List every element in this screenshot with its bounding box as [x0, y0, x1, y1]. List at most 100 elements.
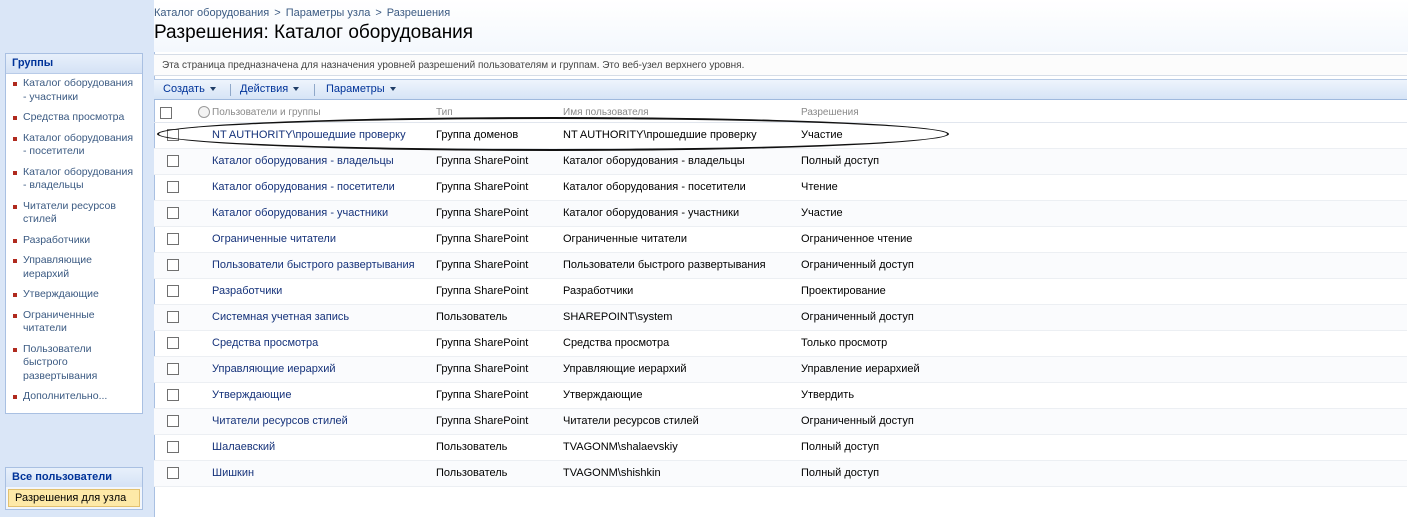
- header-users-groups[interactable]: Пользователи и группы: [212, 107, 321, 118]
- cell-name-link[interactable]: Системная учетная запись: [212, 311, 349, 323]
- select-all-checkbox[interactable]: [160, 107, 172, 119]
- cell-name-link[interactable]: Утверждающие: [212, 389, 291, 401]
- row-checkbox[interactable]: [167, 467, 179, 479]
- cell-name-link[interactable]: NT AUTHORITY\прошедшие проверку: [212, 129, 406, 141]
- settings-menu-button[interactable]: Параметры: [326, 80, 396, 99]
- sidebar-item-group[interactable]: Ограниченные читатели: [6, 309, 142, 336]
- cell-name-link[interactable]: Каталог оборудования - владельцы: [212, 155, 394, 167]
- breadcrumb-item-site[interactable]: Каталог оборудования: [154, 7, 269, 19]
- row-checkbox[interactable]: [167, 337, 179, 349]
- cell-permissions: Полный доступ: [801, 155, 880, 167]
- sidebar-item-label: Каталог оборудования - участники: [23, 77, 134, 103]
- cell-type: Группа SharePoint: [436, 259, 529, 271]
- cell-name-link[interactable]: Каталог оборудования - участники: [212, 207, 388, 219]
- table-row: Системная учетная запись Пользователь SHAR…: [154, 305, 1407, 331]
- row-checkbox[interactable]: [167, 415, 179, 427]
- cell-name-link[interactable]: Разработчики: [212, 285, 282, 297]
- table-row: Утверждающие Группа SharePoint Утверждающи…: [154, 383, 1407, 409]
- permissions-table: Пользователи и группы Тип Имя пользовате…: [154, 102, 1407, 487]
- row-checkbox[interactable]: [167, 259, 179, 271]
- toolbar: Создать Действия Параметры: [154, 79, 1407, 100]
- table-row: Разработчики Группа SharePoint Разработчик…: [154, 279, 1407, 305]
- cell-type: Пользователь: [436, 311, 508, 323]
- cell-type: Группа SharePoint: [436, 233, 529, 245]
- sidebar-item-group[interactable]: Утверждающие: [6, 288, 142, 302]
- cell-name-link[interactable]: Каталог оборудования - посетители: [212, 181, 395, 193]
- table-row: Шалаевский Пользователь TVAGONM\shalaevski…: [154, 435, 1407, 461]
- actions-menu-button[interactable]: Действия: [240, 80, 300, 99]
- cell-name-link[interactable]: Пользователи быстрого развертывания: [212, 259, 415, 271]
- sidebar-item-label: Разработчики: [23, 233, 91, 246]
- row-checkbox[interactable]: [167, 233, 179, 245]
- row-checkbox[interactable]: [167, 389, 179, 401]
- cell-username: NT AUTHORITY\прошедшие проверку: [563, 129, 757, 141]
- cell-username: Утверждающие: [563, 389, 643, 401]
- sidebar-item-group[interactable]: Разработчики: [6, 234, 142, 248]
- cell-username: Читатели ресурсов стилей: [563, 415, 699, 427]
- groups-list: Каталог оборудования - участники Средства…: [6, 74, 142, 413]
- cell-permissions: Участие: [801, 129, 843, 141]
- sidebar-item-label: Читатели ресурсов стилей: [23, 199, 116, 226]
- cell-type: Группа SharePoint: [436, 363, 529, 375]
- header-username[interactable]: Имя пользователя: [563, 107, 649, 118]
- row-checkbox[interactable]: [167, 311, 179, 323]
- sidebar-item-label: Утверждающие: [23, 288, 99, 300]
- cell-name-link[interactable]: Управляющие иерархий: [212, 363, 336, 375]
- create-menu-button[interactable]: Создать: [163, 80, 216, 99]
- table-row: Каталог оборудования - владельцы Группа S…: [154, 149, 1407, 175]
- cell-name-link[interactable]: Шишкин: [212, 467, 254, 479]
- groups-header[interactable]: Группы: [6, 54, 142, 74]
- sidebar-item-label: Каталог оборудования - посетители: [23, 131, 134, 158]
- page-description: Эта страница предназначена для назначени…: [154, 54, 1407, 76]
- toolbar-separator: [230, 84, 231, 96]
- all-users-link[interactable]: Все пользователи: [6, 468, 142, 487]
- cell-name-link[interactable]: Шалаевский: [212, 441, 275, 453]
- table-header: Пользователи и группы Тип Имя пользовате…: [154, 102, 1407, 123]
- cell-type: Группа SharePoint: [436, 181, 529, 193]
- row-checkbox[interactable]: [167, 155, 179, 167]
- cell-permissions: Полный доступ: [801, 467, 880, 479]
- sidebar-item-group[interactable]: Управляющие иерархий: [6, 254, 142, 281]
- header-type[interactable]: Тип: [436, 107, 453, 118]
- cell-name-link[interactable]: Ограниченные читатели: [212, 233, 336, 245]
- sidebar-item-group[interactable]: Пользователи быстрого развертывания: [6, 343, 142, 384]
- actions-label: Действия: [240, 83, 289, 95]
- bullet-icon: [13, 82, 17, 86]
- cell-name-link[interactable]: Средства просмотра: [212, 337, 318, 349]
- sidebar-item-group[interactable]: Дополнительно...: [6, 390, 142, 404]
- sidebar-item-label: Управляющие иерархий: [23, 254, 92, 280]
- cell-username: Каталог оборудования - посетители: [563, 181, 746, 193]
- bullet-icon: [13, 136, 17, 141]
- cell-type: Пользователь: [436, 467, 508, 479]
- bullet-icon: [13, 313, 17, 318]
- breadcrumb-item-settings[interactable]: Параметры узла: [286, 7, 371, 19]
- cell-name-link[interactable]: Читатели ресурсов стилей: [212, 415, 348, 427]
- table-row: Каталог оборудования - посетители Группа …: [154, 175, 1407, 201]
- sidebar-item-group[interactable]: Каталог оборудования - владельцы: [6, 166, 142, 193]
- cell-username: SHAREPOINT\system: [563, 311, 673, 323]
- sidebar-item-label: Пользователи быстрого развертывания: [23, 342, 98, 382]
- sidebar-item-group[interactable]: Каталог оборудования - посетители: [6, 132, 142, 159]
- header-permissions[interactable]: Разрешения: [801, 107, 859, 118]
- sidebar-item-group[interactable]: Средства просмотра: [6, 111, 142, 125]
- cell-username: Ограниченные читатели: [563, 233, 687, 245]
- cell-type: Пользователь: [436, 441, 508, 453]
- row-checkbox[interactable]: [167, 181, 179, 193]
- row-checkbox[interactable]: [167, 129, 179, 141]
- sidebar-item-group[interactable]: Каталог оборудования - участники: [6, 77, 142, 104]
- row-checkbox[interactable]: [167, 285, 179, 297]
- sidebar-item-label: Дополнительно...: [23, 390, 108, 402]
- cell-permissions: Утвердить: [801, 389, 855, 401]
- breadcrumb-item-permissions: Разрешения: [386, 7, 451, 19]
- cell-permissions: Ограниченный доступ: [801, 311, 914, 323]
- dropdown-arrow-icon: [389, 87, 396, 92]
- row-checkbox[interactable]: [167, 363, 179, 375]
- site-permissions-link[interactable]: Разрешения для узла: [8, 489, 140, 507]
- bullet-icon: [13, 116, 17, 120]
- row-checkbox[interactable]: [167, 207, 179, 219]
- bullet-icon: [13, 395, 17, 399]
- table-row: Управляющие иерархий Группа SharePoint Упр…: [154, 357, 1407, 383]
- table-row: NT AUTHORITY\прошедшие проверку Группа до…: [154, 123, 1407, 149]
- row-checkbox[interactable]: [167, 441, 179, 453]
- sidebar-item-group[interactable]: Читатели ресурсов стилей: [6, 200, 142, 227]
